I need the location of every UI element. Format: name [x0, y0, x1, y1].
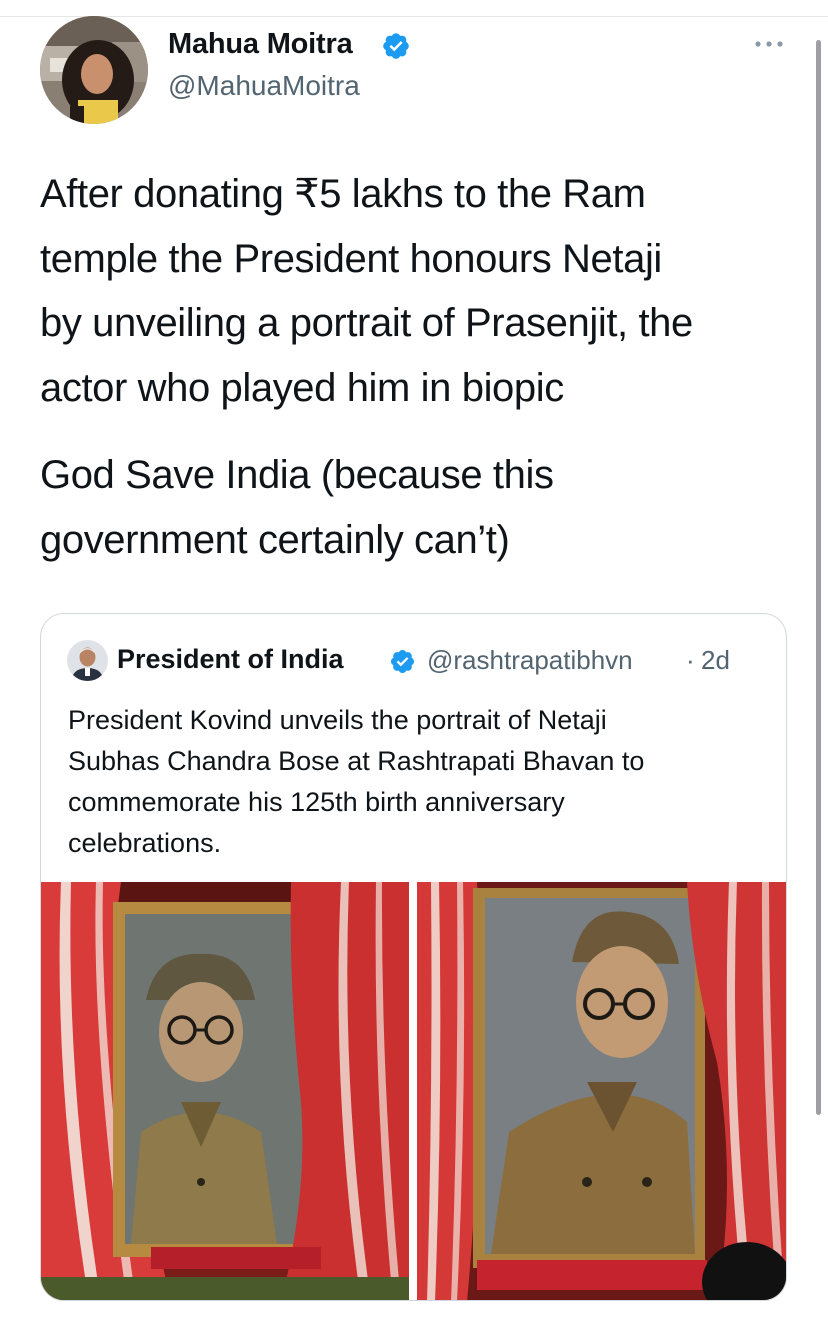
author-handle[interactable]: @MahuaMoitra — [168, 70, 360, 102]
author-avatar[interactable] — [40, 16, 148, 124]
verified-badge-icon — [390, 649, 415, 674]
quoted-image-portrait-right[interactable] — [417, 882, 786, 1300]
quoted-tweet-card[interactable]: President of India @rashtrapatibhvn · 2d… — [40, 613, 787, 1301]
more-horizontal-icon[interactable] — [752, 34, 788, 54]
separator-dot: · — [686, 645, 695, 675]
quoted-timestamp[interactable]: 2d — [701, 645, 730, 676]
verified-badge-icon — [383, 33, 409, 59]
tweet-text-paragraph: God Save India (because this government … — [40, 453, 554, 562]
quoted-author-handle[interactable]: @rashtrapatibhvn — [427, 645, 633, 676]
quoted-author-name[interactable]: President of India — [117, 644, 344, 675]
quoted-author-avatar[interactable] — [67, 640, 108, 681]
quoted-tweet-text: President Kovind unveils the portrait of… — [68, 705, 645, 858]
top-divider — [0, 16, 828, 17]
author-name[interactable]: Mahua Moitra — [168, 28, 353, 61]
quoted-image-portrait-left[interactable] — [41, 882, 409, 1300]
scrollbar[interactable] — [816, 40, 821, 1115]
tweet-text-paragraph: After donating ₹5 lakhs to the Ram templ… — [40, 172, 693, 410]
